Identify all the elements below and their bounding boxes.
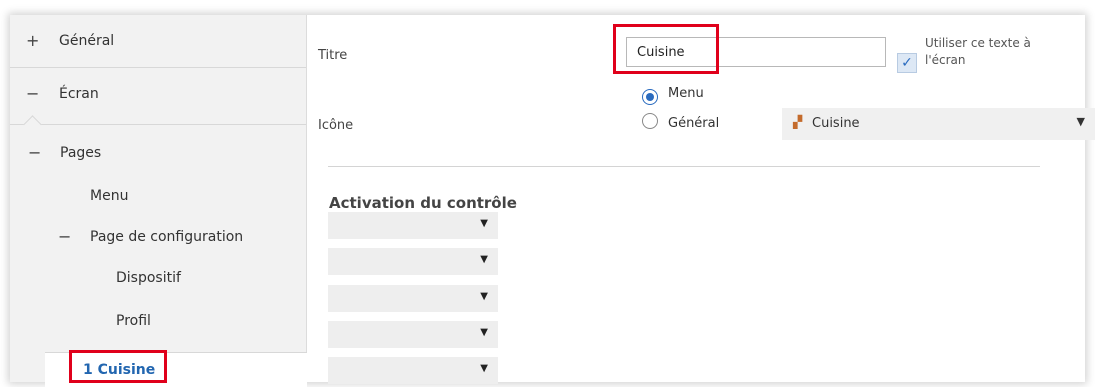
icon-select-value: Cuisine [812, 116, 860, 131]
use-text-checkbox[interactable]: ✓ [897, 53, 917, 73]
collapse-icon[interactable]: − [26, 68, 39, 120]
divider [10, 124, 306, 125]
control-dropdown[interactable]: ▼ [328, 357, 498, 384]
radio-menu[interactable] [642, 89, 658, 105]
control-dropdown[interactable]: ▼ [328, 212, 498, 239]
chevron-down-icon: ▼ [480, 254, 488, 265]
use-text-label: Utiliser ce texte à l'écran [925, 36, 1031, 67]
chevron-down-icon: ▼ [480, 327, 488, 338]
sidebar-item-profil[interactable]: Profil [10, 295, 306, 347]
radio-general-label: Général [668, 116, 720, 131]
control-dropdown[interactable]: ▼ [328, 321, 498, 348]
control-dropdown[interactable]: ▼ [328, 248, 498, 275]
section-divider [328, 166, 1040, 167]
title-label: Titre [318, 48, 348, 63]
chevron-down-icon: ▼ [480, 218, 488, 229]
chevron-down-icon: ▼ [1076, 115, 1085, 128]
chevron-down-icon: ▼ [480, 291, 488, 302]
highlight-box [613, 24, 719, 74]
icon-select[interactable]: ▞ Cuisine ▼ [782, 108, 1095, 140]
radio-general[interactable] [642, 113, 658, 129]
expand-icon[interactable]: + [26, 15, 39, 67]
sidebar-item-ecran[interactable]: − Écran [10, 68, 306, 120]
sidebar-item-general[interactable]: + Général [10, 15, 306, 67]
sidebar-item-label: Écran [59, 86, 99, 102]
sidebar: + Général − Écran − Pages Menu − Page de… [10, 15, 307, 387]
section-title: Activation du contrôle [329, 194, 517, 212]
kitchen-icon: ▞ [793, 115, 803, 129]
window: + Général − Écran − Pages Menu − Page de… [10, 15, 1095, 387]
radio-menu-label: Menu [668, 86, 704, 101]
sidebar-item-label: Profil [116, 313, 151, 329]
highlight-box [69, 350, 167, 383]
control-dropdown[interactable]: ▼ [328, 285, 498, 312]
chevron-down-icon: ▼ [480, 363, 488, 374]
icon-label: Icône [318, 118, 354, 133]
checkmark-icon: ✓ [901, 55, 913, 71]
sidebar-item-label: Général [59, 33, 115, 49]
